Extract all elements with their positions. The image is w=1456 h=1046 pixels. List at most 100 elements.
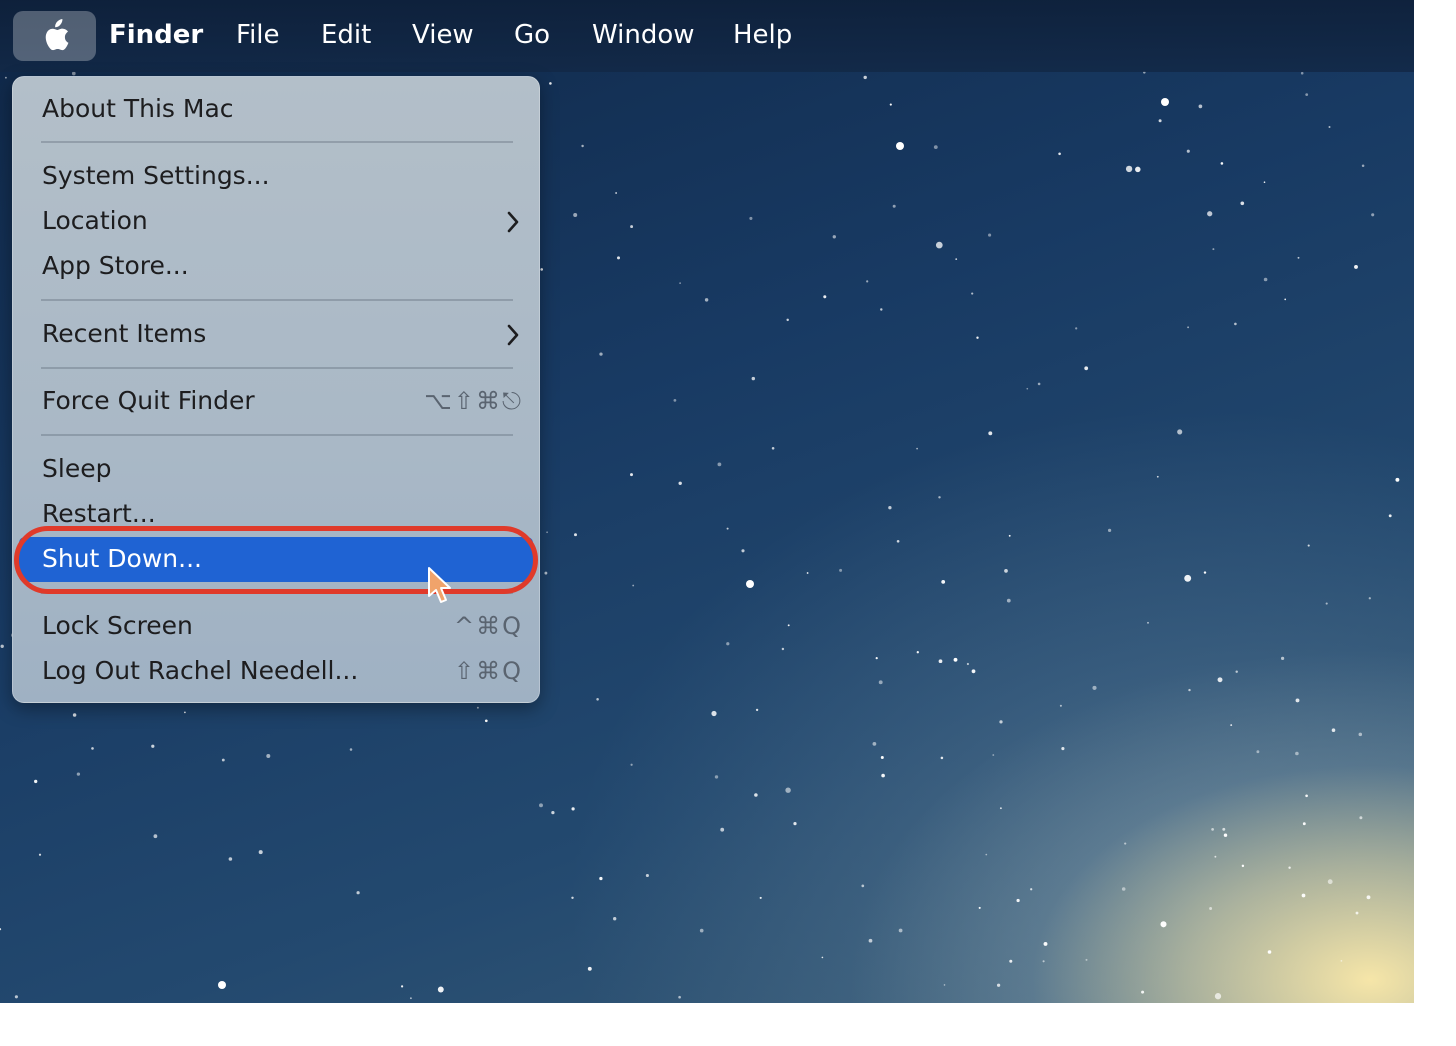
log-out-shortcut: ⇧⌘Q [454,657,523,685]
star [615,192,617,194]
star [630,473,633,477]
star [1340,960,1343,962]
star [996,983,1001,987]
star [1305,794,1308,798]
star [574,533,577,537]
menu-item-location[interactable]: Location [19,199,533,244]
menu-item-label: Lock Screen [42,611,193,640]
star [1263,181,1266,183]
star [356,891,360,895]
star [1331,728,1336,732]
star [916,447,918,450]
star [806,572,809,574]
star [673,399,677,402]
star [1354,264,1358,269]
menu-item-system-settings[interactable]: System Settings... [19,154,533,199]
menu-item-recent-items[interactable]: Recent Items [19,312,533,357]
star [749,216,753,220]
menu-item-log-out[interactable]: Log Out Rachel Needell... ⇧⌘Q [19,649,533,694]
star [228,857,233,861]
annotation-circle [14,526,538,594]
menu-item-label: Force Quit Finder [42,386,255,415]
star [966,662,969,666]
star [985,853,988,856]
menu-item-label: App Store... [42,251,189,280]
star [1141,990,1145,994]
star [1158,119,1162,123]
star [1368,597,1371,600]
star [1327,879,1333,885]
star [976,336,979,339]
menu-item-label: About This Mac [42,94,234,123]
star [1186,149,1190,153]
star [1009,959,1013,963]
star [1256,750,1260,754]
star [1217,677,1223,683]
star [630,225,634,229]
star [1209,907,1213,910]
menu-item-about[interactable]: About This Mac [19,87,533,132]
star [1230,724,1233,727]
star [1240,201,1245,206]
mouse-pointer-icon [428,567,451,603]
menubar-window[interactable]: Window [592,18,695,52]
star [1235,670,1238,673]
star [1388,514,1392,518]
menubar-edit[interactable]: Edit [321,18,371,52]
apple-logo-icon [45,19,69,51]
menubar-file[interactable]: File [236,18,280,52]
apple-menu-button[interactable] [13,11,96,61]
star [349,748,353,751]
menu-bar: Finder File Edit View Go Window Help [0,0,1414,72]
menu-separator [41,434,513,436]
star [72,713,77,717]
star [546,531,548,534]
menu-item-lock-screen[interactable]: Lock Screen ^⌘Q [19,604,533,649]
star [940,756,944,760]
star [400,985,404,988]
menu-item-app-store[interactable]: App Store... [19,244,533,289]
star [933,145,938,150]
star [4,76,7,79]
star [1059,704,1062,707]
star [14,995,18,999]
star [476,706,479,709]
star [787,624,790,627]
star [551,810,555,815]
menu-separator [41,367,513,369]
star [1107,528,1112,533]
lock-screen-shortcut: ^⌘Q [454,612,523,640]
menubar-go[interactable]: Go [514,18,550,52]
star [1361,164,1365,167]
star [1187,326,1190,329]
bright-star [1161,98,1169,106]
star [1092,685,1097,690]
menubar-finder[interactable]: Finder [109,18,203,52]
star [678,481,682,485]
star [1085,958,1088,961]
menubar-view[interactable]: View [412,18,474,52]
star [999,720,1003,724]
star [881,773,885,778]
star [751,376,756,381]
star [1305,93,1309,96]
star [872,742,877,746]
star [1307,544,1310,547]
star [1223,833,1228,837]
star [1234,322,1237,326]
menu-item-sleep[interactable]: Sleep [19,447,533,492]
star [1302,822,1306,826]
bright-star [746,580,754,588]
star [1135,166,1141,173]
star [1043,941,1048,946]
menu-item-force-quit[interactable]: Force Quit Finder ⌥⇧⌘⎋ [19,379,533,424]
star [678,995,681,999]
menubar-help[interactable]: Help [733,18,792,52]
star [1211,828,1214,831]
star [943,984,946,986]
star [1267,950,1272,954]
star [1147,621,1149,624]
star [1358,732,1363,737]
star [941,580,946,584]
star [741,549,745,553]
